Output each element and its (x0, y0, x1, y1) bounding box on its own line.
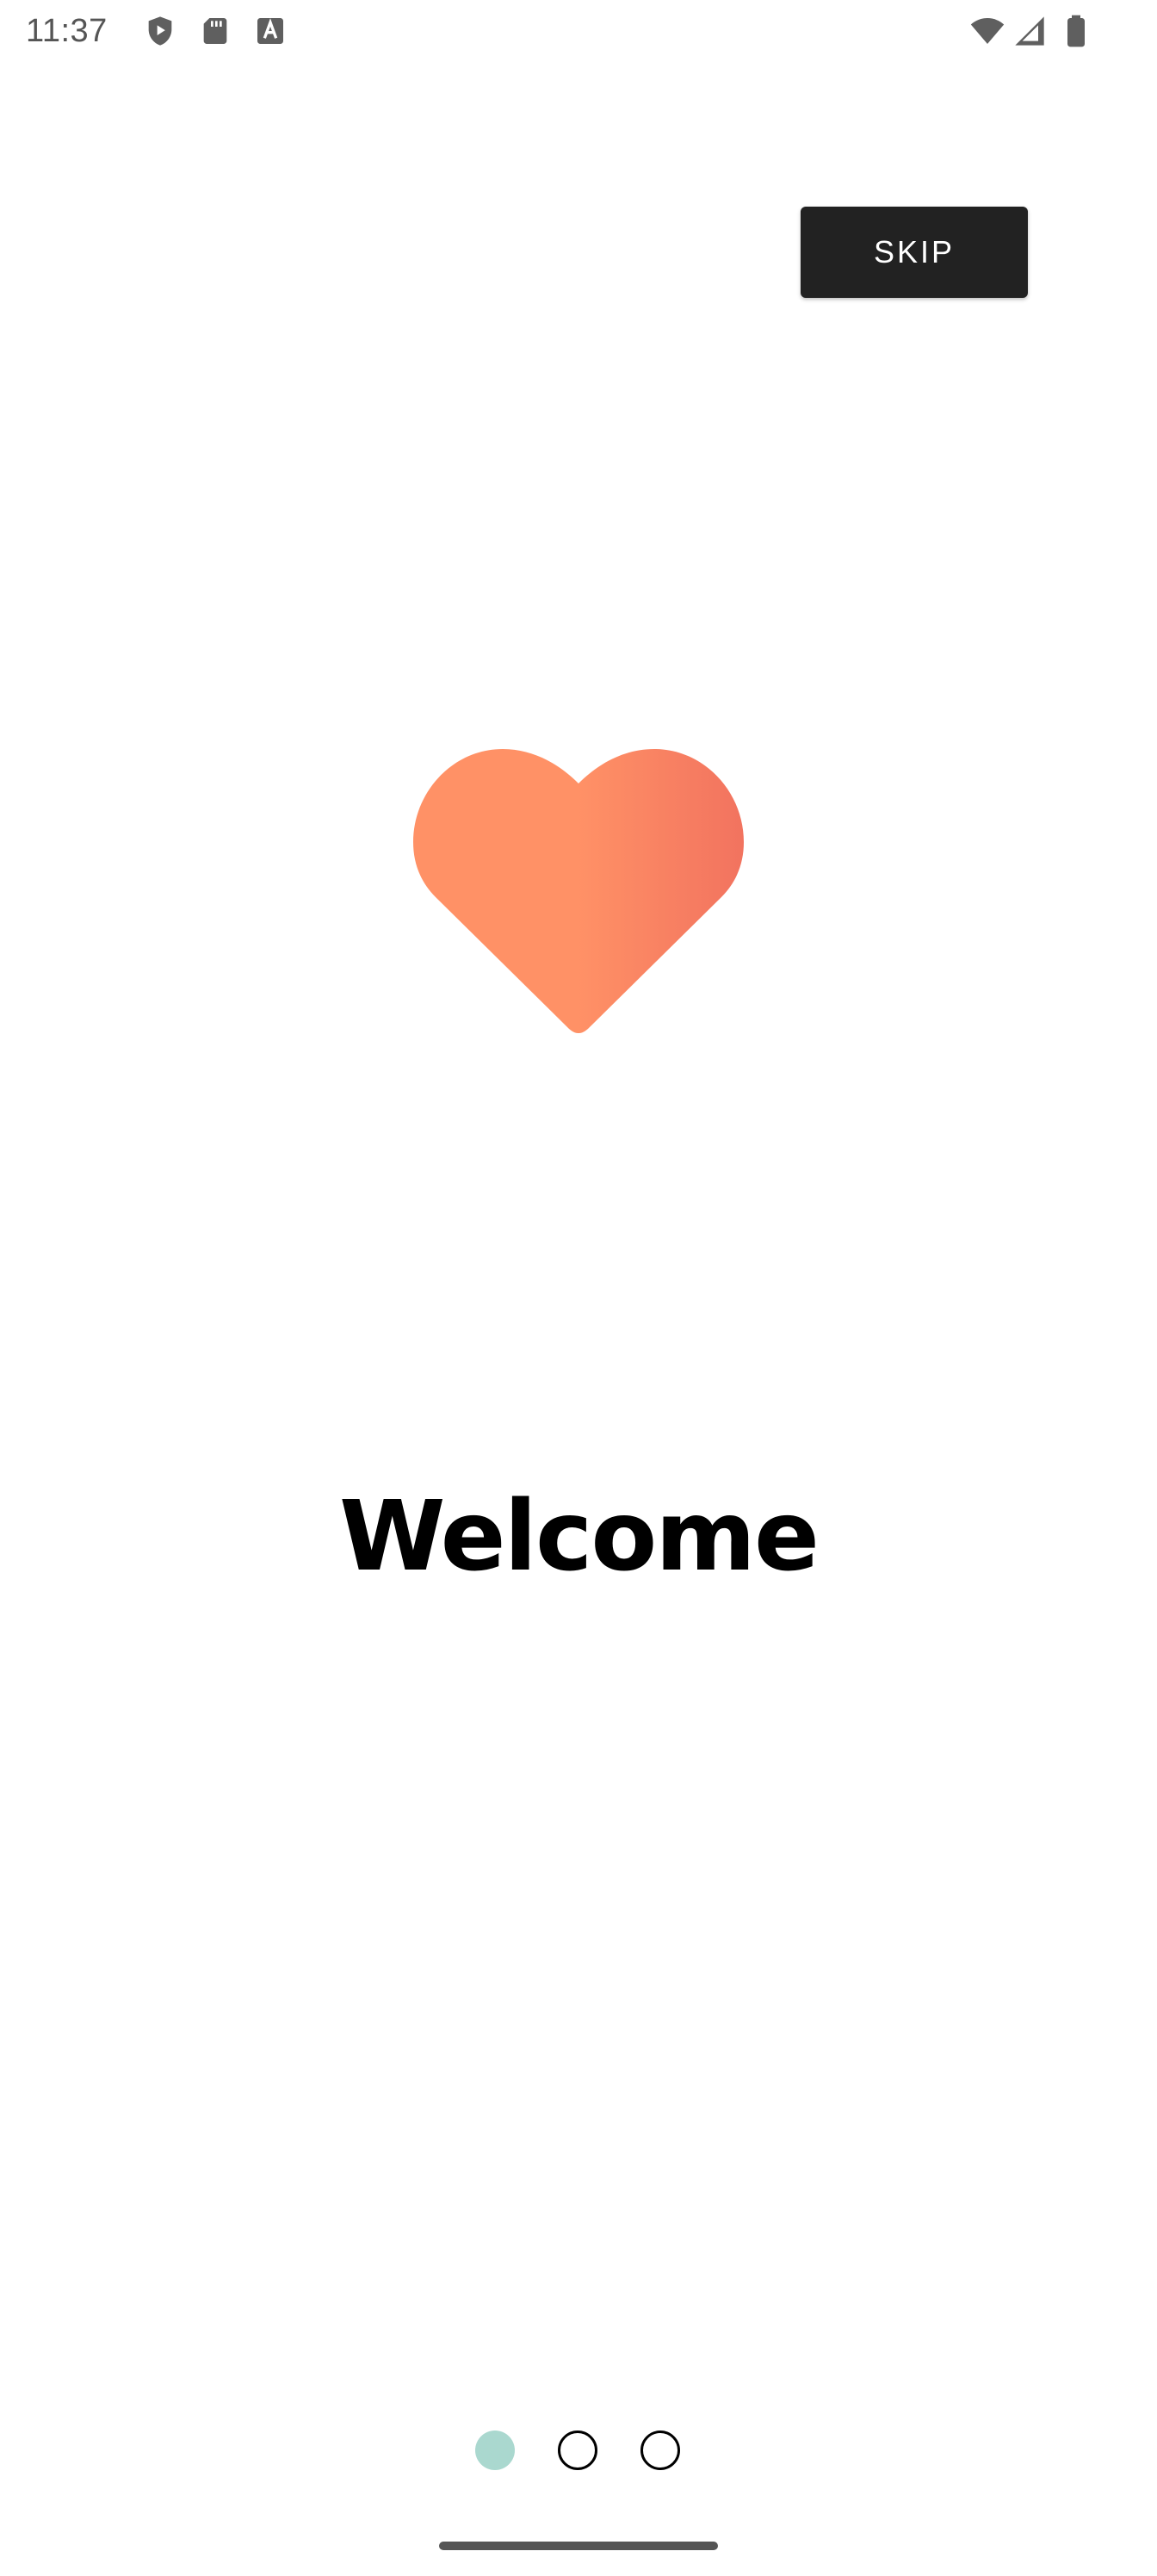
status-bar: 11:37 (0, 0, 1157, 62)
page-dot-1[interactable] (475, 2430, 515, 2470)
page-dot-2[interactable] (558, 2430, 597, 2470)
page-dot-3[interactable] (640, 2430, 680, 2470)
battery-icon (1059, 14, 1093, 48)
heart-icon (413, 749, 744, 1038)
signal-icon (1012, 14, 1047, 48)
shield-play-icon (143, 14, 177, 48)
page-title: Welcome (339, 1481, 820, 1593)
status-time: 11:37 (26, 13, 108, 49)
gesture-nav-bar[interactable] (439, 2542, 718, 2550)
sd-card-icon (198, 14, 232, 48)
skip-button[interactable]: SKIP (801, 207, 1028, 298)
wifi-icon (968, 14, 1007, 48)
page-indicator (0, 2430, 1157, 2474)
font-a-icon (253, 14, 288, 48)
